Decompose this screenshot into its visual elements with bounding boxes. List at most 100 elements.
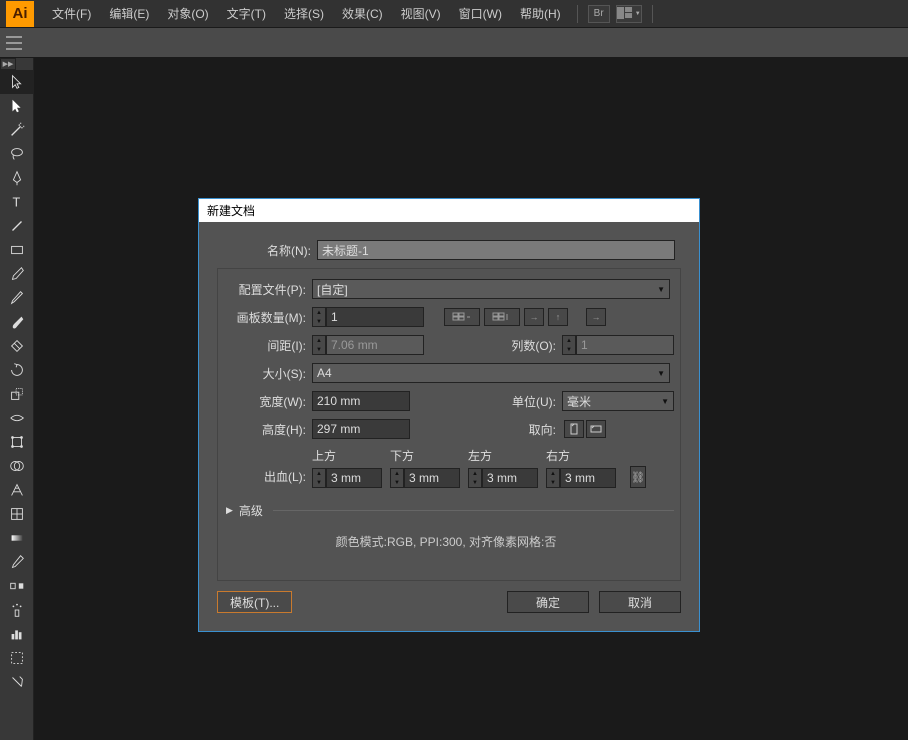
name-label: 名称(N): (217, 242, 311, 259)
shape-builder-tool[interactable] (0, 454, 34, 478)
columns-label: 列数(O): (496, 337, 556, 354)
bleed-label: 出血(L): (218, 468, 306, 485)
mesh-tool[interactable] (0, 502, 34, 526)
spacing-input[interactable] (326, 335, 424, 355)
type-tool[interactable]: T (0, 190, 34, 214)
color-mode-info: 颜色模式:RGB, PPI:300, 对齐像素网格:否 (218, 533, 674, 550)
menu-help[interactable]: 帮助(H) (512, 1, 569, 26)
orientation-landscape-icon[interactable] (586, 420, 606, 438)
menu-view[interactable]: 视图(V) (393, 1, 449, 26)
grid-col-icon[interactable] (484, 308, 520, 326)
eyedropper-tool[interactable] (0, 550, 34, 574)
bleed-right-label: 右方 (546, 447, 616, 464)
divider (577, 5, 578, 23)
columns-input[interactable] (576, 335, 674, 355)
arrange-arrow-icon[interactable]: → (586, 308, 606, 326)
menu-type[interactable]: 文字(T) (219, 1, 274, 26)
toolbar: T (0, 58, 34, 740)
divider (652, 5, 653, 23)
line-tool[interactable] (0, 214, 34, 238)
blend-tool[interactable] (0, 574, 34, 598)
rectangle-tool[interactable] (0, 238, 34, 262)
units-dropdown[interactable]: 毫米▼ (562, 391, 674, 411)
slice-tool[interactable] (0, 670, 34, 694)
columns-spinner[interactable]: ▲▼ (562, 335, 576, 355)
column-graph-tool[interactable] (0, 622, 34, 646)
direct-selection-tool[interactable] (0, 94, 34, 118)
bleed-bottom-label: 下方 (390, 447, 460, 464)
bleed-bottom-input[interactable] (404, 468, 460, 488)
arrange-icon[interactable]: ▼ (616, 5, 642, 23)
menu-object[interactable]: 对象(O) (159, 1, 216, 26)
orientation-portrait-icon[interactable] (564, 420, 584, 438)
eraser-tool[interactable] (0, 334, 34, 358)
bleed-top-spinner[interactable]: ▲▼ (312, 468, 326, 488)
grid-row-icon[interactable] (444, 308, 480, 326)
bleed-top-label: 上方 (312, 447, 382, 464)
name-input[interactable] (317, 240, 675, 260)
size-label: 大小(S): (218, 365, 306, 382)
magic-wand-tool[interactable] (0, 118, 34, 142)
width-tool[interactable] (0, 406, 34, 430)
height-label: 高度(H): (218, 421, 306, 438)
cancel-button[interactable]: 取消 (599, 591, 681, 613)
chevron-down-icon: ▼ (657, 369, 665, 378)
height-input[interactable] (312, 419, 410, 439)
chevron-down-icon: ▼ (657, 285, 665, 294)
rotate-tool[interactable] (0, 358, 34, 382)
arrange-right-icon[interactable]: → (524, 308, 544, 326)
free-transform-tool[interactable] (0, 430, 34, 454)
panel-menu-icon[interactable] (6, 36, 22, 50)
width-label: 宽度(W): (218, 393, 306, 410)
menu-edit[interactable]: 编辑(E) (101, 1, 157, 26)
pen-tool[interactable] (0, 166, 34, 190)
bleed-left-label: 左方 (468, 447, 538, 464)
artboard-tool[interactable] (0, 646, 34, 670)
bleed-right-input[interactable] (560, 468, 616, 488)
toolbar-collapse-tab[interactable]: ▶▶ (0, 58, 16, 70)
ok-button[interactable]: 确定 (507, 591, 589, 613)
symbol-sprayer-tool[interactable] (0, 598, 34, 622)
spacing-label: 间距(I): (218, 337, 306, 354)
bleed-bottom-spinner[interactable]: ▲▼ (390, 468, 404, 488)
artboards-spinner[interactable]: ▲▼ (312, 307, 326, 327)
paintbrush-tool[interactable] (0, 262, 34, 286)
chevron-down-icon: ▼ (661, 397, 669, 406)
artboards-input[interactable] (326, 307, 424, 327)
dialog-title: 新建文档 (199, 199, 699, 222)
spacing-spinner[interactable]: ▲▼ (312, 335, 326, 355)
new-document-dialog: 新建文档 名称(N): 配置文件(P): [自定]▼ 画板数量(M): (198, 198, 700, 632)
artboards-label: 画板数量(M): (218, 309, 306, 326)
orient-label: 取向: (496, 421, 556, 438)
canvas-area: 新建文档 名称(N): 配置文件(P): [自定]▼ 画板数量(M): (34, 58, 908, 740)
pencil-tool[interactable] (0, 286, 34, 310)
lasso-tool[interactable] (0, 142, 34, 166)
gradient-tool[interactable] (0, 526, 34, 550)
bleed-left-spinner[interactable]: ▲▼ (468, 468, 482, 488)
svg-text:T: T (13, 196, 21, 210)
arrange-up-icon[interactable]: ↑ (548, 308, 568, 326)
chevron-right-icon: ▶ (226, 505, 233, 516)
bleed-left-input[interactable] (482, 468, 538, 488)
advanced-toggle[interactable]: ▶ 高级 (218, 502, 674, 519)
scale-tool[interactable] (0, 382, 34, 406)
width-input[interactable] (312, 391, 410, 411)
blob-brush-tool[interactable] (0, 310, 34, 334)
profile-label: 配置文件(P): (218, 281, 306, 298)
menu-select[interactable]: 选择(S) (276, 1, 332, 26)
menu-effect[interactable]: 效果(C) (334, 1, 391, 26)
profile-dropdown[interactable]: [自定]▼ (312, 279, 670, 299)
bridge-icon[interactable]: Br (588, 5, 610, 23)
template-button[interactable]: 模板(T)... (217, 591, 292, 613)
menu-file[interactable]: 文件(F) (44, 1, 99, 26)
link-bleed-icon[interactable]: ⛓ (630, 466, 646, 488)
size-dropdown[interactable]: A4▼ (312, 363, 670, 383)
menu-window[interactable]: 窗口(W) (451, 1, 510, 26)
selection-tool[interactable] (0, 70, 34, 94)
units-label: 单位(U): (496, 393, 556, 410)
app-logo: Ai (6, 1, 34, 27)
bleed-right-spinner[interactable]: ▲▼ (546, 468, 560, 488)
menubar: Ai 文件(F) 编辑(E) 对象(O) 文字(T) 选择(S) 效果(C) 视… (0, 0, 908, 28)
bleed-top-input[interactable] (326, 468, 382, 488)
perspective-tool[interactable] (0, 478, 34, 502)
